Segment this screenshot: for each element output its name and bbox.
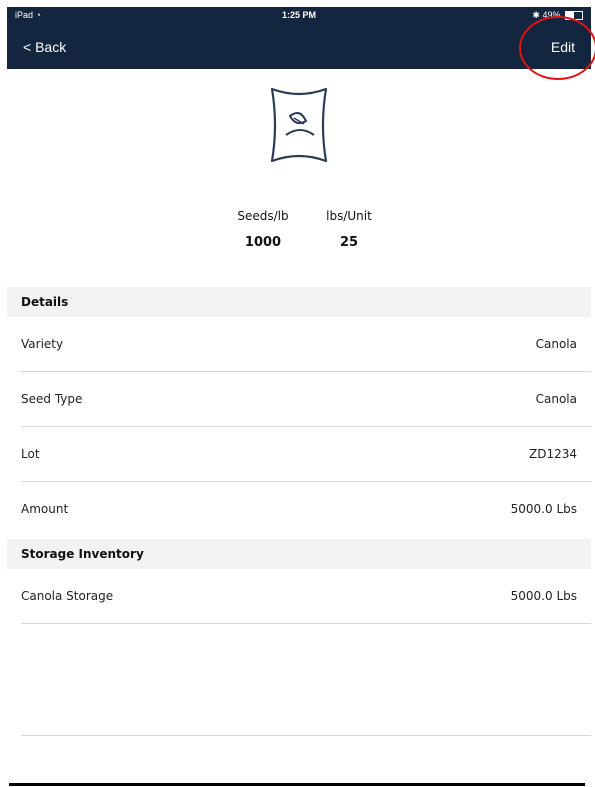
battery-fill — [566, 12, 574, 20]
detail-value: ZD1234 — [529, 447, 577, 461]
seed-bag-icon — [270, 87, 328, 163]
detail-value: Canola — [535, 337, 577, 351]
seeds-per-lb-label: Seeds/lb — [237, 209, 289, 223]
detail-row-amount[interactable]: Amount 5000.0 Lbs — [7, 482, 591, 537]
storage-label: Canola Storage — [21, 589, 114, 603]
bluetooth-icon: ✱ — [532, 10, 540, 20]
status-bar: iPad ◔ 1:25 PM ✱ 49% — [7, 7, 591, 25]
list-divider — [21, 735, 591, 736]
lbs-per-unit-label: lbs/Unit — [326, 209, 372, 223]
detail-row-variety[interactable]: Variety Canola — [7, 317, 591, 372]
edit-button[interactable]: Edit — [551, 39, 575, 55]
details-section-header: Details — [7, 287, 591, 317]
detail-label: Lot — [21, 447, 40, 461]
detail-label: Variety — [21, 337, 64, 351]
detail-row-seed-type[interactable]: Seed Type Canola — [7, 372, 591, 427]
storage-row-canola[interactable]: Canola Storage 5000.0 Lbs — [7, 569, 591, 624]
detail-label: Amount — [21, 502, 69, 516]
product-summary: Seeds/lb 1000 lbs/Unit 25 — [7, 69, 591, 295]
detail-row-lot[interactable]: Lot ZD1234 — [7, 427, 591, 482]
navigation-bar: < Back Edit — [7, 25, 591, 69]
screen: iPad ◔ 1:25 PM ✱ 49% < Back Edit Seeds/l… — [7, 7, 591, 783]
battery-percent: 49% — [542, 10, 561, 20]
row-divider — [21, 623, 591, 624]
lbs-per-unit-stat: lbs/Unit 25 — [309, 209, 389, 250]
storage-value: 5000.0 Lbs — [510, 589, 577, 603]
storage-section-header: Storage Inventory — [7, 539, 591, 569]
detail-value: 5000.0 Lbs — [510, 502, 577, 516]
seeds-per-lb-stat: Seeds/lb 1000 — [223, 209, 303, 250]
detail-label: Seed Type — [21, 392, 83, 406]
lbs-per-unit-value: 25 — [339, 235, 359, 250]
back-button[interactable]: < Back — [23, 39, 66, 55]
status-right: ✱ 49% — [532, 10, 583, 21]
seeds-per-lb-value: 1000 — [244, 235, 282, 250]
battery-icon — [565, 11, 583, 21]
detail-value: Canola — [535, 392, 577, 406]
status-time: 1:25 PM — [281, 10, 316, 20]
